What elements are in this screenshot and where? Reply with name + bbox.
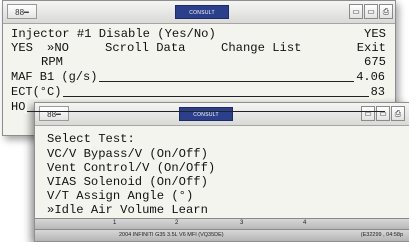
menu-item-idle-air-volume-learn[interactable]: »Idle Air Volume Learn (47, 203, 208, 217)
window-icon[interactable]: ▭ (364, 4, 378, 19)
menu-item-vt-assign-angle[interactable]: V/T Assign Angle (°) (47, 189, 193, 203)
consult-logo: CONSULT (179, 107, 233, 121)
data-row-value: 83 (368, 85, 385, 99)
data-row: ECT(°C) 83 (11, 85, 385, 99)
rpm-label: RPM (41, 55, 63, 69)
data-row: MAF B1 (g/s) 4.06 (11, 70, 385, 84)
screen-icon[interactable]: ▭ (349, 4, 363, 19)
status-value: YES (364, 27, 386, 41)
home-button[interactable]: 88━ (7, 4, 37, 19)
consult-logo: CONSULT (175, 5, 229, 19)
page-tab-1[interactable]: 1 (113, 220, 116, 226)
menu-item-vent-control[interactable]: Vent Control/V (On/Off) (47, 161, 215, 175)
select-test-heading: Select Test: (47, 132, 135, 146)
page-tab-2[interactable]: 2 (175, 220, 178, 226)
data-row-rule (11, 96, 385, 97)
test-title: Injector #1 Disable (Yes/No) (11, 27, 216, 41)
rpm-value: 675 (364, 55, 386, 69)
select-test-window: 88━ CONSULT ▭ ▭ ⎙ Select Test: VC/V Bypa… (34, 102, 409, 242)
data-row-value: 4.06 (354, 70, 385, 84)
menu-item-vias-solenoid[interactable]: VIAS Solenoid (On/Off) (47, 175, 208, 189)
menu-item-vcv-bypass[interactable]: VC/V Bypass/V (On/Off) (47, 147, 208, 161)
yes-button[interactable]: YES (11, 41, 33, 55)
exit-button[interactable]: Exit (357, 41, 386, 55)
print-icon[interactable]: ⎙ (379, 4, 393, 19)
print-icon[interactable]: ⎙ (391, 106, 405, 121)
data-row-label: ECT(°C) (11, 85, 64, 99)
screen-icon[interactable]: ▭ (361, 106, 375, 121)
session-info: (E32299 , 04:58p (360, 232, 403, 238)
change-list-button[interactable]: Change List (221, 41, 301, 55)
page-tab-3[interactable]: 3 (240, 220, 243, 226)
page-tab-bar: 1 2 3 4 (35, 218, 409, 229)
vehicle-info: 2004 INFINITI G35 3.5L V6 MFI (VQ35DE) (119, 232, 224, 238)
no-button[interactable]: »NO (47, 41, 69, 55)
titlebar: 88━ CONSULT ▭ ▭ ⎙ (35, 103, 409, 126)
window-icon[interactable]: ▭ (376, 106, 390, 121)
data-row-label: MAF B1 (g/s) (11, 70, 100, 84)
status-bar: 2004 INFINITI G35 3.5L V6 MFI (VQ35DE) (… (35, 229, 409, 241)
data-row-label: HO (11, 100, 28, 114)
titlebar: 88━ CONSULT ▭ ▭ ⎙ (3, 1, 395, 24)
scroll-data-button[interactable]: Scroll Data (105, 41, 185, 55)
home-button[interactable]: 88━ (39, 106, 69, 121)
data-row-rule (11, 111, 385, 112)
page-tab-4[interactable]: 4 (303, 220, 306, 226)
